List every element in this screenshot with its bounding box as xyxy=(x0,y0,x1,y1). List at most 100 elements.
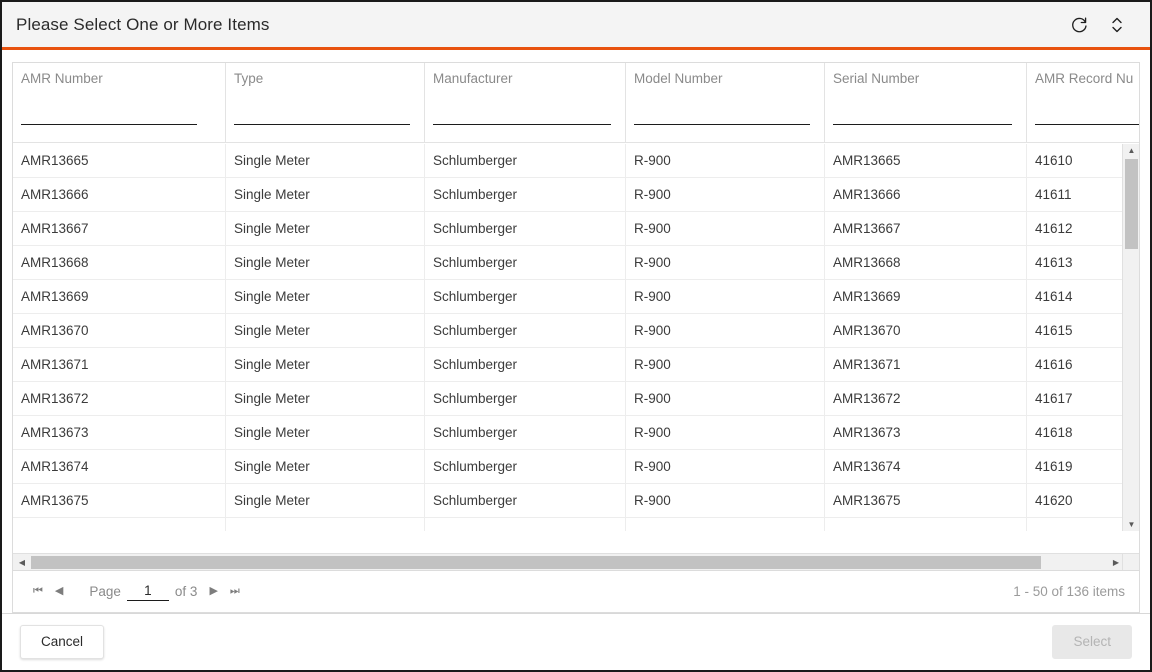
cell-serial-number: AMR13674 xyxy=(825,450,1027,483)
filter-input-amr-number[interactable] xyxy=(21,107,197,125)
cell-manufacturer xyxy=(425,518,626,531)
table-row[interactable]: AMR13665 Single Meter Schlumberger R-900 AMR… xyxy=(13,144,1139,178)
titlebar-actions xyxy=(1068,14,1136,36)
column-header-label: Type xyxy=(234,71,264,86)
filter-input-serial-number[interactable] xyxy=(833,107,1012,125)
table-row[interactable]: AMR13671 Single Meter Schlumberger R-900 AMR… xyxy=(13,348,1139,382)
cell-model-number: R-900 xyxy=(626,416,825,449)
cell-serial-number: AMR13671 xyxy=(825,348,1027,381)
items-grid: AMR Number Type Manufacturer Model Numbe… xyxy=(12,62,1140,571)
cell-type: Single Meter xyxy=(226,212,425,245)
cell-amr-number: AMR13675 xyxy=(13,484,226,517)
refresh-icon[interactable] xyxy=(1068,14,1090,36)
cell-serial-number: AMR13666 xyxy=(825,178,1027,211)
cell-serial-number: AMR13665 xyxy=(825,144,1027,177)
select-items-dialog: Please Select One or More Items AMR Numb… xyxy=(0,0,1152,672)
grid-body: AMR13665 Single Meter Schlumberger R-900 AMR… xyxy=(13,144,1139,531)
cell-model-number: R-900 xyxy=(626,348,825,381)
cell-type: Single Meter xyxy=(226,178,425,211)
cell-type xyxy=(226,518,425,531)
cell-serial-number: AMR13667 xyxy=(825,212,1027,245)
page-label: Page xyxy=(89,584,121,599)
cell-type: Single Meter xyxy=(226,280,425,313)
expand-collapse-icon[interactable] xyxy=(1106,14,1128,36)
cell-model-number: R-900 xyxy=(626,246,825,279)
cell-manufacturer: Schlumberger xyxy=(425,280,626,313)
dialog-titlebar: Please Select One or More Items xyxy=(2,2,1150,50)
table-row[interactable]: AMR13670 Single Meter Schlumberger R-900 AMR… xyxy=(13,314,1139,348)
column-header-amr-record-number[interactable]: AMR Record Nu xyxy=(1027,63,1139,142)
horizontal-scroll-thumb[interactable] xyxy=(31,556,1041,569)
column-header-label: Serial Number xyxy=(833,71,920,86)
cell-type: Single Meter xyxy=(226,484,425,517)
cell-serial-number: AMR13673 xyxy=(825,416,1027,449)
table-row[interactable]: AMR13668 Single Meter Schlumberger R-900 AMR… xyxy=(13,246,1139,280)
cell-type: Single Meter xyxy=(226,144,425,177)
cell-type: Single Meter xyxy=(226,450,425,483)
table-row[interactable]: AMR13667 Single Meter Schlumberger R-900 AMR… xyxy=(13,212,1139,246)
cell-manufacturer: Schlumberger xyxy=(425,382,626,415)
filter-input-amr-record-number[interactable] xyxy=(1035,107,1139,125)
cell-model-number xyxy=(626,518,825,531)
filter-input-model-number[interactable] xyxy=(634,107,810,125)
vertical-scroll-thumb[interactable] xyxy=(1125,159,1138,249)
grid-horizontal-scrollbar[interactable]: ◀ ▶ xyxy=(13,553,1139,570)
table-row[interactable] xyxy=(13,518,1139,531)
cell-model-number: R-900 xyxy=(626,212,825,245)
cell-manufacturer: Schlumberger xyxy=(425,416,626,449)
cell-model-number: R-900 xyxy=(626,450,825,483)
scroll-right-icon[interactable]: ▶ xyxy=(1109,554,1123,570)
last-page-icon[interactable]: ⏭ xyxy=(224,586,246,597)
cell-amr-number: AMR13665 xyxy=(13,144,226,177)
page-number-input[interactable] xyxy=(126,582,169,601)
column-header-serial-number[interactable]: Serial Number xyxy=(825,63,1027,142)
table-row[interactable]: AMR13675 Single Meter Schlumberger R-900 AMR… xyxy=(13,484,1139,518)
table-row[interactable]: AMR13672 Single Meter Schlumberger R-900 AMR… xyxy=(13,382,1139,416)
next-page-icon[interactable]: ▶ xyxy=(203,586,223,597)
grid-header-row: AMR Number Type Manufacturer Model Numbe… xyxy=(13,63,1139,143)
cell-model-number: R-900 xyxy=(626,178,825,211)
scroll-up-icon[interactable]: ▲ xyxy=(1123,144,1139,157)
cell-model-number: R-900 xyxy=(626,314,825,347)
cell-type: Single Meter xyxy=(226,348,425,381)
select-button[interactable]: Select xyxy=(1052,625,1132,659)
table-row[interactable]: AMR13673 Single Meter Schlumberger R-900 AMR… xyxy=(13,416,1139,450)
table-row[interactable]: AMR13674 Single Meter Schlumberger R-900 AMR… xyxy=(13,450,1139,484)
cell-amr-number: AMR13672 xyxy=(13,382,226,415)
cell-type: Single Meter xyxy=(226,382,425,415)
scroll-down-icon[interactable]: ▼ xyxy=(1123,518,1139,531)
cell-model-number: R-900 xyxy=(626,382,825,415)
cell-amr-number xyxy=(13,518,226,531)
table-row[interactable]: AMR13666 Single Meter Schlumberger R-900 AMR… xyxy=(13,178,1139,212)
column-header-label: AMR Number xyxy=(21,71,103,86)
column-header-amr-number[interactable]: AMR Number xyxy=(13,63,226,142)
filter-input-type[interactable] xyxy=(234,107,410,125)
column-header-type[interactable]: Type xyxy=(226,63,425,142)
cell-amr-number: AMR13673 xyxy=(13,416,226,449)
filter-input-manufacturer[interactable] xyxy=(433,107,611,125)
cell-amr-number: AMR13666 xyxy=(13,178,226,211)
scrollbar-corner xyxy=(1122,553,1139,570)
cell-manufacturer: Schlumberger xyxy=(425,212,626,245)
cell-model-number: R-900 xyxy=(626,484,825,517)
page-total-label: of 3 xyxy=(174,584,198,599)
first-page-icon[interactable]: ⏮ xyxy=(27,586,49,597)
cell-amr-number: AMR13669 xyxy=(13,280,226,313)
grid-vertical-scrollbar[interactable]: ▲ ▼ xyxy=(1122,144,1139,531)
cell-serial-number: AMR13668 xyxy=(825,246,1027,279)
dialog-footer: Cancel Select xyxy=(2,613,1150,670)
column-header-model-number[interactable]: Model Number xyxy=(626,63,825,142)
cell-manufacturer: Schlumberger xyxy=(425,484,626,517)
table-row[interactable]: AMR13669 Single Meter Schlumberger R-900 AMR… xyxy=(13,280,1139,314)
column-header-manufacturer[interactable]: Manufacturer xyxy=(425,63,626,142)
cell-serial-number xyxy=(825,518,1027,531)
column-header-label: AMR Record Nu xyxy=(1035,71,1134,86)
dialog-title: Please Select One or More Items xyxy=(16,14,270,34)
scroll-left-icon[interactable]: ◀ xyxy=(15,554,29,570)
cell-manufacturer: Schlumberger xyxy=(425,348,626,381)
cell-amr-number: AMR13667 xyxy=(13,212,226,245)
previous-page-icon[interactable]: ◀ xyxy=(49,586,69,597)
cell-manufacturer: Schlumberger xyxy=(425,450,626,483)
cell-manufacturer: Schlumberger xyxy=(425,314,626,347)
cancel-button[interactable]: Cancel xyxy=(20,625,105,659)
